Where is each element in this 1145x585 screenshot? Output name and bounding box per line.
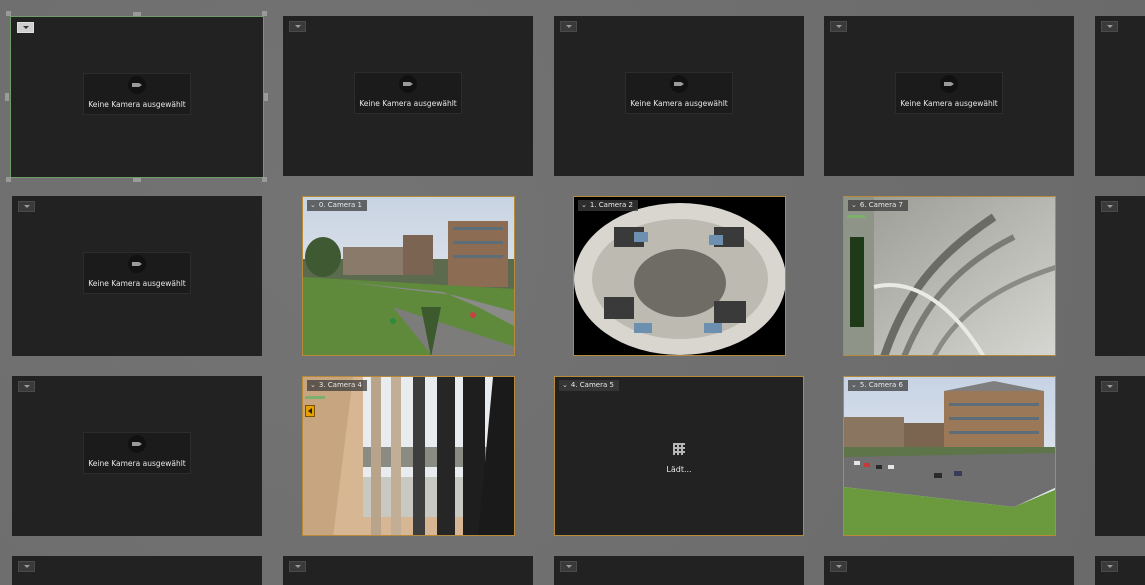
tile-menu-button[interactable] [18,201,35,212]
camera-video-feed [844,377,1055,535]
chevron-down-icon: ⌄ [562,381,568,389]
view-tile-partial[interactable] [1095,376,1145,536]
camera-title-bar[interactable]: ⌄ 5. Camera 6 [848,380,908,391]
view-tile-partial[interactable] [554,556,804,585]
ptz-control-icon[interactable] [305,405,315,417]
tile-menu-button[interactable] [1101,201,1118,212]
camera-title-bar[interactable]: ⌄ 0. Camera 1 [307,200,367,211]
tile-menu-button[interactable] [289,21,306,32]
video-wall-grid: Keine Kamera ausgewählt Keine Kamera aus… [0,0,1145,585]
resize-handle-left[interactable] [5,93,9,101]
loading-icon [673,443,685,455]
no-camera-text: Keine Kamera ausgewählt [88,459,186,468]
camera-name: 0. Camera 1 [318,201,362,209]
camera-name: 5. Camera 6 [859,381,903,389]
view-tile-selected[interactable]: Keine Kamera ausgewählt [10,16,264,178]
camera-name: 4. Camera 5 [570,381,614,389]
resize-handle-right[interactable] [264,93,268,101]
tile-menu-button[interactable] [1101,381,1118,392]
no-camera-text: Keine Kamera ausgewählt [88,279,186,288]
resize-handle-bottom[interactable] [133,178,141,182]
chevron-down-icon: ⌄ [581,201,587,209]
resize-handle-corner[interactable] [6,177,11,182]
view-tile[interactable]: Keine Kamera ausgewählt [283,16,533,176]
tile-menu-button[interactable] [289,561,306,572]
no-camera-text: Keine Kamera ausgewählt [630,99,728,108]
camera-icon [940,75,958,93]
resize-handle-corner[interactable] [262,177,267,182]
no-camera-placeholder: Keine Kamera ausgewählt [83,252,191,294]
chevron-down-icon: ⌄ [851,381,857,389]
no-camera-text: Keine Kamera ausgewählt [359,99,457,108]
no-camera-placeholder: Keine Kamera ausgewählt [354,72,462,114]
resize-handle-corner[interactable] [6,11,11,16]
no-camera-text: Keine Kamera ausgewählt [900,99,998,108]
chevron-down-icon: ⌄ [310,201,316,209]
camera-icon [399,75,417,93]
camera-feed-tile-loading[interactable]: ⌄ 4. Camera 5 Lädt... [554,376,804,536]
view-tile-partial[interactable] [283,556,533,585]
loading-text: Lädt... [666,465,692,474]
tile-menu-button[interactable] [560,561,577,572]
view-tile-partial[interactable] [12,556,262,585]
camera-title-bar[interactable]: ⌄ 3. Camera 4 [307,380,367,391]
view-tile[interactable]: Keine Kamera ausgewählt [824,16,1074,176]
fisheye-video-feed [574,197,785,355]
camera-title-bar[interactable]: ⌄ 4. Camera 5 [559,380,619,391]
no-camera-placeholder: Keine Kamera ausgewählt [83,73,191,115]
tile-menu-button[interactable] [17,22,34,33]
chevron-down-icon: ⌄ [851,201,857,209]
camera-icon [128,255,146,273]
view-tile[interactable]: Keine Kamera ausgewählt [12,376,262,536]
camera-name: 6. Camera 7 [859,201,903,209]
no-camera-placeholder: Keine Kamera ausgewählt [895,72,1003,114]
tile-menu-button[interactable] [1101,561,1118,572]
camera-feed-tile[interactable]: ⌄ 6. Camera 7 [843,196,1056,356]
tile-menu-button[interactable] [830,561,847,572]
view-tile-partial[interactable] [1095,196,1145,356]
camera-feed-tile[interactable]: ⌄ 0. Camera 1 [302,196,515,356]
chevron-down-icon: ⌄ [310,381,316,389]
recording-status-indicator [305,396,325,399]
camera-icon [128,435,146,453]
tile-menu-button[interactable] [830,21,847,32]
camera-icon [128,76,146,94]
camera-title-bar[interactable]: ⌄ 1. Camera 2 [578,200,638,211]
tile-menu-button[interactable] [560,21,577,32]
resize-handle-corner[interactable] [262,11,267,16]
no-camera-placeholder: Keine Kamera ausgewählt [83,432,191,474]
camera-video-feed [303,377,514,535]
tile-menu-button[interactable] [18,381,35,392]
view-tile[interactable]: Keine Kamera ausgewählt [12,196,262,356]
camera-name: 1. Camera 2 [589,201,633,209]
view-tile-partial[interactable] [1095,16,1145,176]
tile-menu-button[interactable] [1101,21,1118,32]
tile-menu-button[interactable] [18,561,35,572]
camera-title-bar[interactable]: ⌄ 6. Camera 7 [848,200,908,211]
camera-video-feed [844,197,1055,355]
camera-feed-tile[interactable]: ⌄ 3. Camera 4 [302,376,515,536]
recording-status-indicator [847,215,865,218]
resize-handle-top[interactable] [133,12,141,16]
camera-icon [670,75,688,93]
camera-feed-tile[interactable]: ⌄ 5. Camera 6 [843,376,1056,536]
camera-name: 3. Camera 4 [318,381,362,389]
camera-feed-tile[interactable]: ⌄ 1. Camera 2 [573,196,786,356]
no-camera-text: Keine Kamera ausgewählt [88,100,186,109]
view-tile[interactable]: Keine Kamera ausgewählt [554,16,804,176]
view-tile-partial[interactable] [1095,556,1145,585]
camera-video-feed [303,197,514,355]
no-camera-placeholder: Keine Kamera ausgewählt [625,72,733,114]
view-tile-partial[interactable] [824,556,1074,585]
